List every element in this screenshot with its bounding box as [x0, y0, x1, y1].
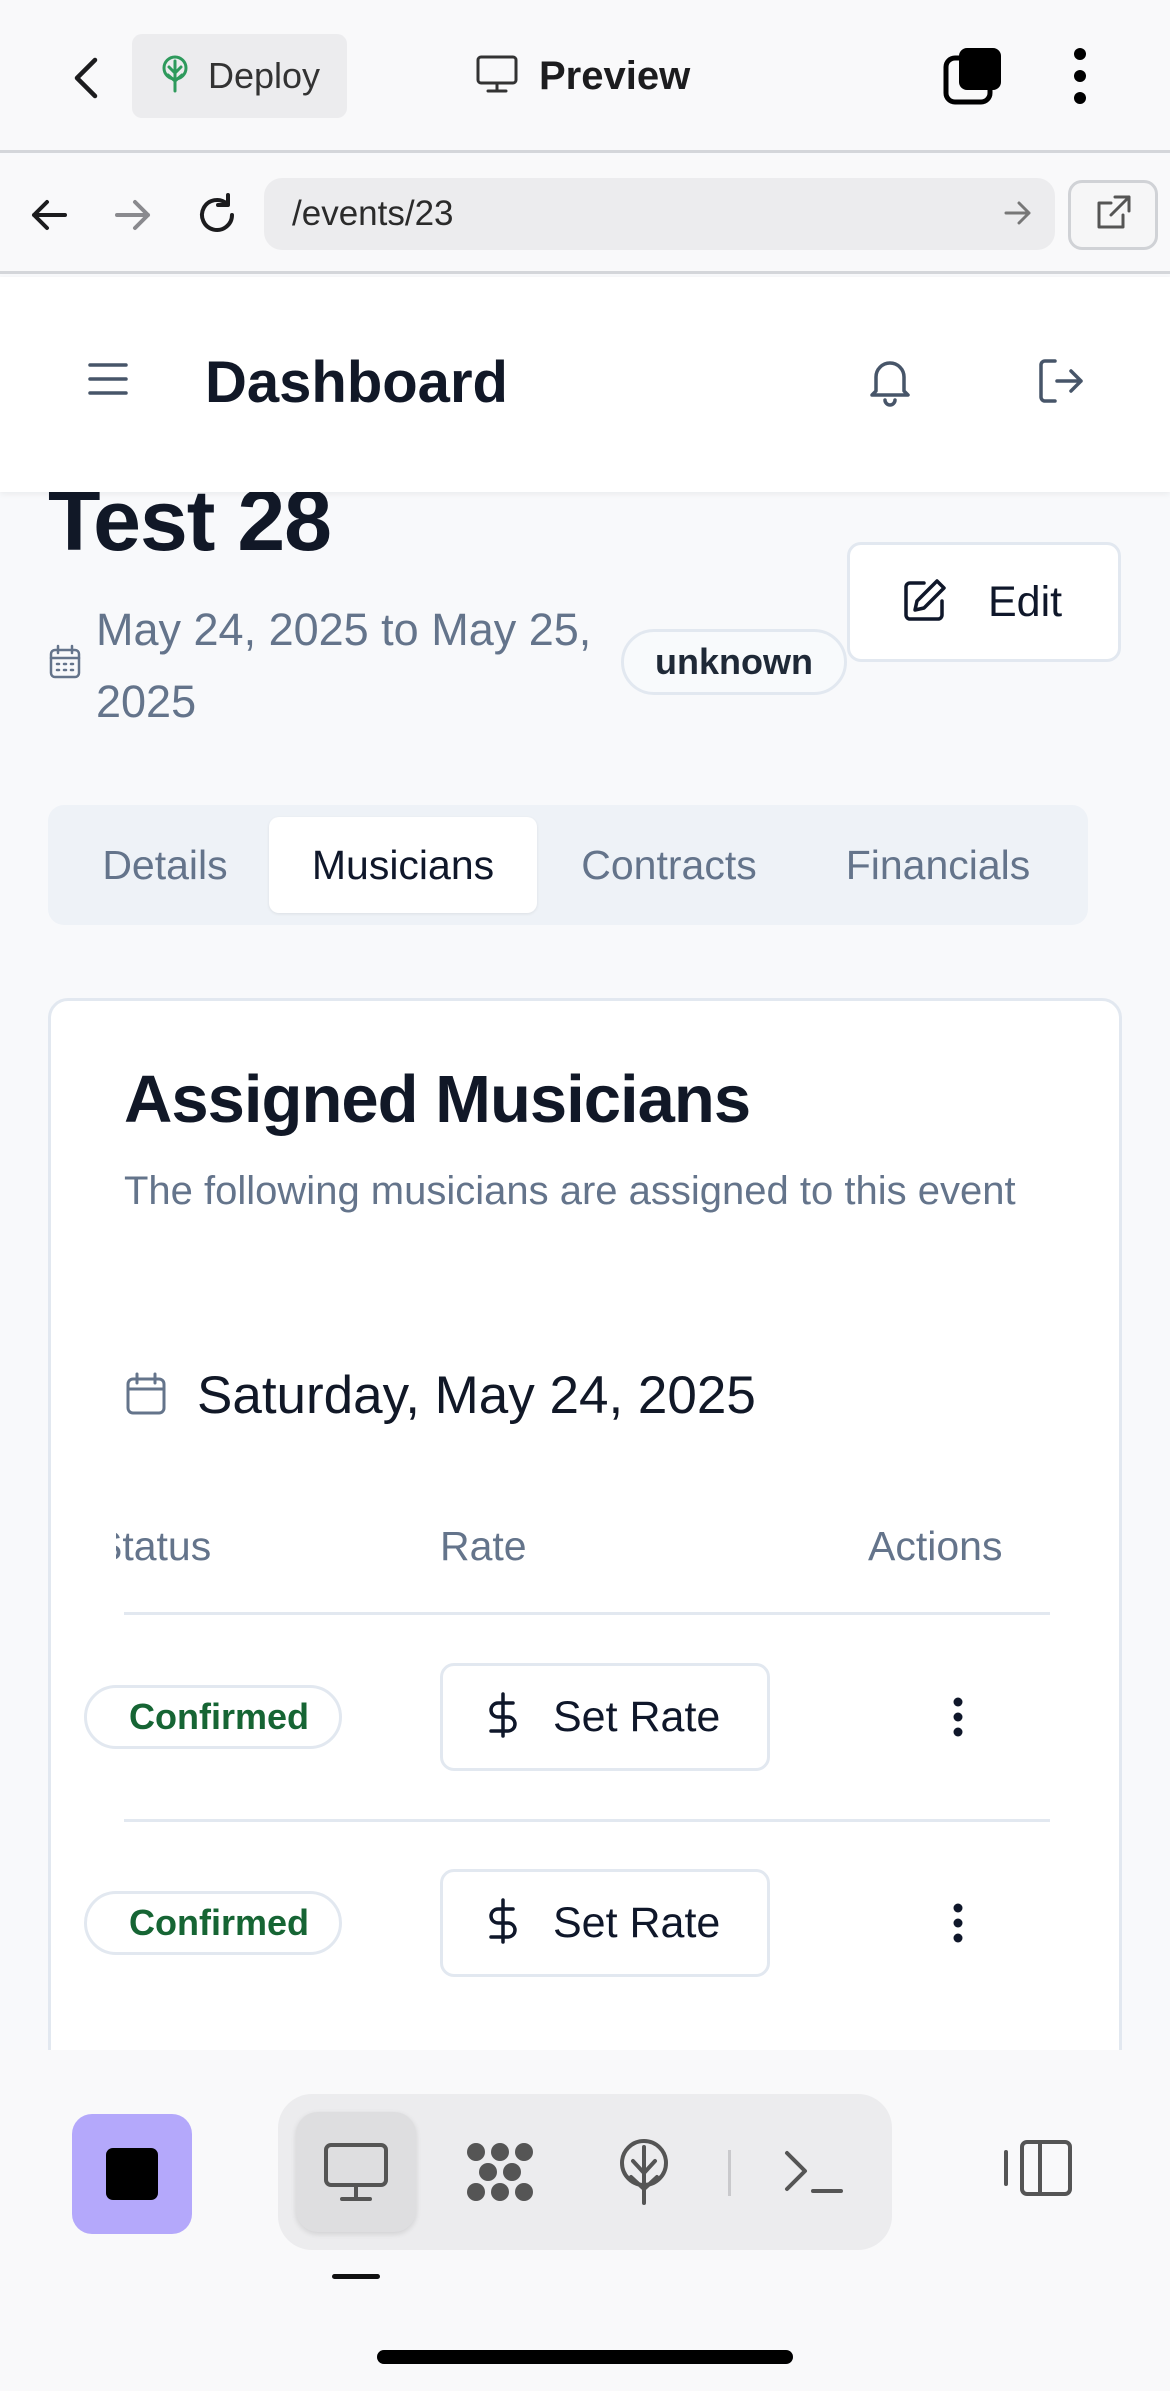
set-rate-label: Set Rate: [553, 1692, 721, 1741]
event-date-range: May 24, 2025 to May 25, 2025: [96, 604, 592, 727]
status-badge: Confirmed: [84, 1891, 342, 1955]
table-row: Confirmed Set Rate: [84, 1615, 1050, 1819]
card-title: Assigned Musicians: [124, 1062, 751, 1137]
page-title: Dashboard: [205, 350, 508, 415]
preview-label: Preview: [539, 53, 691, 98]
calendar-icon: [124, 1371, 168, 1422]
set-rate-button[interactable]: Set Rate: [440, 1869, 770, 1977]
column-header-status: Status: [116, 1523, 356, 1570]
status-badge: Confirmed: [84, 1685, 342, 1749]
preview-button[interactable]: Preview: [475, 40, 690, 112]
logout-icon[interactable]: [1035, 355, 1087, 412]
stop-square-icon: [106, 2148, 158, 2200]
tabs-icon[interactable]: [943, 46, 1003, 106]
view-switcher: [278, 2094, 892, 2250]
home-indicator: [377, 2350, 793, 2364]
day-heading: Saturday, May 24, 2025: [197, 1366, 756, 1425]
edit-icon: [902, 577, 948, 628]
browser-bar: /events/23: [0, 156, 1170, 274]
bottom-toolbar: [0, 2050, 1170, 2391]
active-view-indicator: [332, 2274, 380, 2279]
url-field[interactable]: /events/23: [264, 178, 1055, 250]
external-link-icon: [1093, 193, 1133, 238]
edit-label: Edit: [988, 577, 1063, 626]
dollar-icon: [483, 1691, 523, 1744]
event-content[interactable]: Test 28 May 24, 2025 to May 25, 2025 unk…: [0, 492, 1170, 2050]
set-rate-label: Set Rate: [553, 1898, 721, 1947]
url-text: /events/23: [292, 194, 454, 233]
more-options-icon[interactable]: [1060, 44, 1100, 108]
stop-button[interactable]: [72, 2114, 192, 2234]
app-bar: Deploy Preview: [0, 0, 1170, 153]
deploy-button[interactable]: Deploy: [132, 34, 347, 118]
segment-divider: [728, 2150, 731, 2196]
event-status-badge: unknown: [621, 629, 847, 695]
event-tabs: Details Musicians Contracts Financials: [48, 805, 1088, 925]
event-title: Test 28: [48, 492, 332, 569]
tab-details[interactable]: Details: [60, 817, 270, 913]
back-chevron-icon[interactable]: [62, 50, 110, 106]
column-header-rate: Rate: [440, 1523, 527, 1569]
panel-toggle-icon[interactable]: [1000, 2138, 1074, 2203]
open-external-button[interactable]: [1068, 180, 1158, 250]
go-arrow-icon[interactable]: [1003, 198, 1033, 233]
assigned-musicians-card: Assigned Musicians The following musicia…: [48, 998, 1122, 2050]
browser-forward-icon[interactable]: [106, 188, 160, 242]
status-header-text: Status: [116, 1523, 212, 1569]
tab-contracts[interactable]: Contracts: [548, 817, 790, 913]
calendar-icon: [48, 644, 82, 685]
tab-financials[interactable]: Financials: [798, 817, 1078, 913]
terminal-icon[interactable]: [754, 2112, 874, 2232]
hamburger-menu-icon[interactable]: [86, 359, 130, 404]
browser-back-icon[interactable]: [22, 188, 76, 242]
row-actions-icon[interactable]: [938, 1891, 978, 1955]
reload-icon[interactable]: [190, 188, 244, 242]
row-actions-icon[interactable]: [938, 1685, 978, 1749]
page-header: Dashboard: [0, 277, 1170, 492]
dollar-icon: [483, 1897, 523, 1950]
edit-event-button[interactable]: Edit: [847, 542, 1121, 662]
bell-icon[interactable]: [866, 355, 914, 412]
monitor-icon: [475, 54, 519, 99]
set-rate-button[interactable]: Set Rate: [440, 1663, 770, 1771]
card-description: The following musicians are assigned to …: [124, 1169, 1016, 1213]
column-header-actions: Actions: [868, 1523, 1003, 1569]
deploy-label: Deploy: [208, 55, 321, 96]
deploy-tree-icon: [160, 55, 190, 98]
deploy-tree-icon[interactable]: [584, 2112, 704, 2232]
agent-swirl-icon[interactable]: [440, 2112, 560, 2232]
preview-view-monitor-icon[interactable]: [296, 2112, 416, 2232]
table-row: Confirmed Set Rate: [84, 1821, 1050, 2025]
tab-musicians[interactable]: Musicians: [269, 817, 537, 913]
